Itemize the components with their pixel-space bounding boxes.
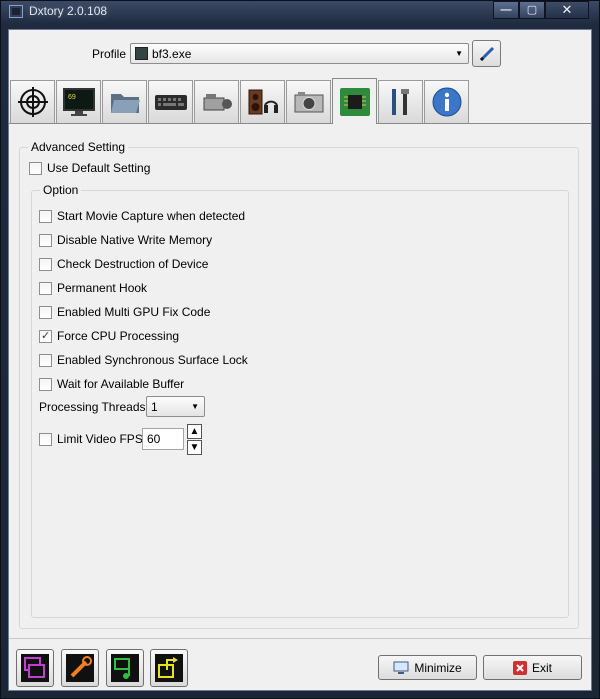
option-checkbox[interactable] bbox=[39, 353, 52, 367]
option-checkbox-row[interactable]: Enabled Multi GPU Fix Code bbox=[39, 304, 210, 320]
fps-badge: 69 bbox=[68, 94, 76, 101]
option-checkbox-label: Start Movie Capture when detected bbox=[57, 209, 246, 223]
client-area: Profile bf3.exe ▼ 69 Advanced Setting Us… bbox=[8, 29, 592, 691]
music-folder-icon bbox=[111, 654, 139, 682]
title-bar[interactable]: Dxtory 2.0.108 — ▢ ✕ bbox=[1, 1, 599, 23]
overlay-button[interactable] bbox=[16, 649, 54, 687]
option-checkbox-row[interactable]: Check Destruction of Device bbox=[39, 256, 208, 272]
exit-label: Exit bbox=[531, 660, 552, 675]
option-checkbox-label: Enabled Multi GPU Fix Code bbox=[57, 305, 211, 319]
tab-folder[interactable] bbox=[102, 80, 147, 123]
app-window: Dxtory 2.0.108 — ▢ ✕ Profile bf3.exe ▼ 6… bbox=[0, 0, 600, 699]
overlay-windows-icon bbox=[21, 654, 49, 682]
edit-profile-button[interactable] bbox=[472, 40, 501, 67]
exit-icon bbox=[512, 660, 527, 675]
use-default-setting-checkbox[interactable] bbox=[29, 161, 42, 175]
tab-strip: 69 bbox=[10, 78, 470, 124]
advanced-panel: Advanced Setting Use Default Setting Opt… bbox=[9, 123, 591, 637]
profile-dropdown[interactable]: bf3.exe ▼ bbox=[130, 43, 469, 64]
window-controls: — ▢ ✕ bbox=[493, 1, 589, 19]
crosshair-icon bbox=[17, 87, 48, 117]
tab-video[interactable]: 69 bbox=[56, 80, 101, 123]
monitor-minimize-icon bbox=[393, 661, 409, 674]
tab-info[interactable] bbox=[424, 80, 469, 123]
option-checkbox-row[interactable]: Force CPU Processing bbox=[39, 328, 179, 344]
tab-keyboard[interactable] bbox=[148, 80, 193, 123]
option-checkbox-row[interactable]: Permanent Hook bbox=[39, 280, 147, 296]
option-checkbox-label: Wait for Available Buffer bbox=[57, 377, 185, 391]
pencil-icon bbox=[479, 46, 494, 61]
settings-wrench-button[interactable] bbox=[61, 649, 99, 687]
profile-row: Profile bf3.exe ▼ bbox=[9, 40, 593, 68]
option-checkbox-row[interactable]: Wait for Available Buffer bbox=[39, 376, 184, 392]
fps-decrement-button[interactable]: ▼ bbox=[187, 440, 202, 455]
limit-fps-label: Limit Video FPS bbox=[57, 432, 143, 446]
option-checkbox[interactable] bbox=[39, 305, 52, 319]
camera-icon bbox=[294, 92, 323, 113]
option-checkbox[interactable] bbox=[39, 209, 52, 223]
bottom-toolbar: Minimize Exit bbox=[9, 638, 591, 690]
maximize-window-button[interactable]: ▢ bbox=[519, 1, 545, 19]
limit-fps-row[interactable]: Limit Video FPS bbox=[39, 431, 143, 447]
minimize-window-button[interactable]: — bbox=[493, 1, 519, 19]
fps-increment-button[interactable]: ▲ bbox=[187, 424, 202, 439]
option-checkbox-label: Permanent Hook bbox=[57, 281, 148, 295]
info-icon bbox=[432, 87, 461, 117]
fps-value-input[interactable]: 60 bbox=[142, 428, 184, 450]
processing-threads-value: 1 bbox=[151, 400, 158, 414]
tab-advanced[interactable] bbox=[332, 78, 377, 124]
tab-audio[interactable] bbox=[240, 80, 285, 123]
tab-crosshair[interactable] bbox=[10, 80, 55, 123]
folder-icon bbox=[110, 94, 140, 113]
window-title: Dxtory 2.0.108 bbox=[29, 4, 108, 18]
app-icon bbox=[9, 5, 23, 18]
chip-icon bbox=[339, 87, 370, 116]
option-checkbox-label: Enabled Synchronous Surface Lock bbox=[57, 353, 248, 367]
wrench-icon bbox=[66, 654, 94, 682]
tab-camcorder[interactable] bbox=[194, 80, 239, 123]
export-button[interactable] bbox=[150, 649, 188, 687]
option-checkbox-row[interactable]: Enabled Synchronous Surface Lock bbox=[39, 352, 248, 368]
tab-tools[interactable] bbox=[378, 80, 423, 123]
option-checkbox-row[interactable]: Disable Native Write Memory bbox=[39, 232, 212, 248]
option-checkbox-row[interactable]: Start Movie Capture when detected bbox=[39, 208, 245, 224]
advanced-setting-title: Advanced Setting bbox=[28, 140, 129, 154]
option-title: Option bbox=[40, 183, 82, 197]
close-window-button[interactable]: ✕ bbox=[545, 1, 589, 19]
export-icon bbox=[155, 654, 183, 682]
audio-speaker-icon bbox=[248, 89, 278, 115]
chevron-down-icon: ▼ bbox=[455, 49, 463, 58]
option-checkbox[interactable] bbox=[39, 233, 52, 247]
option-checkbox[interactable] bbox=[39, 281, 52, 295]
profile-value: bf3.exe bbox=[152, 47, 192, 61]
audio-folder-button[interactable] bbox=[106, 649, 144, 687]
processing-threads-label: Processing Threads bbox=[39, 400, 146, 414]
option-checkbox[interactable] bbox=[39, 377, 52, 391]
monitor-icon: 69 bbox=[62, 88, 95, 116]
tab-screenshot[interactable] bbox=[286, 80, 331, 123]
use-default-setting-label: Use Default Setting bbox=[47, 161, 151, 175]
processing-threads-dropdown[interactable]: 1 ▼ bbox=[146, 396, 205, 417]
use-default-setting-row[interactable]: Use Default Setting bbox=[29, 160, 150, 176]
option-checkbox-label: Force CPU Processing bbox=[57, 329, 180, 343]
exit-button[interactable]: Exit bbox=[483, 655, 582, 680]
limit-fps-checkbox[interactable] bbox=[39, 432, 52, 446]
minimize-label: Minimize bbox=[414, 660, 462, 675]
keyboard-icon bbox=[154, 95, 187, 110]
camcorder-icon bbox=[203, 94, 232, 111]
option-checkbox-label: Disable Native Write Memory bbox=[57, 233, 213, 247]
option-checkbox-label: Check Destruction of Device bbox=[57, 257, 209, 271]
option-checkbox[interactable] bbox=[39, 257, 52, 271]
option-checkbox[interactable] bbox=[39, 329, 52, 343]
minimize-button[interactable]: Minimize bbox=[378, 655, 477, 680]
chevron-down-icon: ▼ bbox=[191, 402, 199, 411]
tools-icon bbox=[391, 89, 409, 115]
game-icon bbox=[135, 47, 148, 60]
profile-label: Profile bbox=[92, 47, 127, 61]
